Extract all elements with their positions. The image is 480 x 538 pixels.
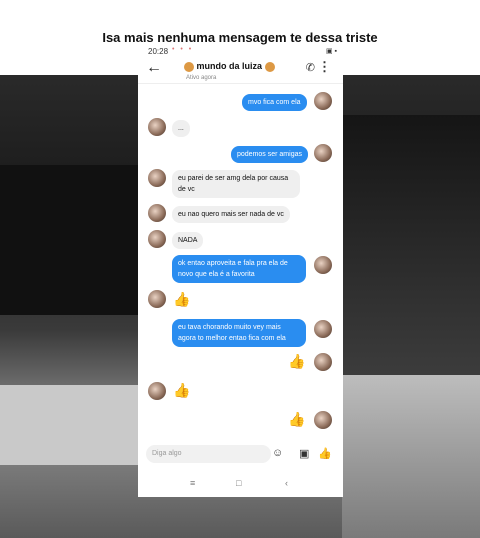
avatar [314, 92, 332, 110]
message-bubble-incoming: eu nao quero mais ser nada de vc [172, 206, 290, 223]
back-arrow-icon[interactable]: ← [146, 59, 162, 77]
emoji-icon [264, 61, 275, 72]
menu-nav-icon[interactable]: ≡ [190, 478, 195, 488]
avatar [314, 353, 332, 371]
background-window [0, 165, 140, 315]
message-bubble-incoming: eu parei de ser amg dela por causa de vc [172, 170, 300, 198]
android-navbar: ≡ □ ‹ [138, 478, 343, 492]
like-thumb-icon: 👍 [173, 291, 191, 307]
gallery-icon[interactable]: ▣ [299, 447, 309, 460]
contact-status: Ativo agora [186, 75, 217, 81]
like-button-icon[interactable]: 👍 [318, 447, 332, 460]
back-nav-icon[interactable]: ‹ [285, 478, 288, 488]
message-bubble-incoming: ... [172, 120, 190, 137]
message-bubble-incoming: NADA [172, 232, 204, 249]
avatar [148, 290, 166, 308]
like-thumb-icon: 👍 [288, 411, 306, 427]
avatar [148, 118, 166, 136]
status-bar: 20:28 • • • ▣ ▪ [138, 45, 343, 57]
background-hair [342, 115, 480, 375]
phone-call-icon[interactable]: ✆ [306, 61, 315, 74]
avatar [148, 204, 166, 222]
chat-header: ← mundo da luiza Ativo agora ✆ ⋮ [138, 57, 343, 81]
message-bubble-outgoing: ok entao aproveita e fala pra ela de nov… [172, 255, 306, 283]
header-divider [138, 83, 343, 84]
avatar [314, 144, 332, 162]
avatar [314, 320, 332, 338]
contact-name-text: mundo da luiza [196, 61, 263, 71]
contact-name[interactable]: mundo da luiza [184, 61, 275, 72]
background-shelf [0, 385, 140, 465]
avatar [148, 230, 166, 248]
avatar [314, 411, 332, 429]
like-thumb-icon: 👍 [288, 353, 306, 369]
status-icons: ▣ ▪ [325, 48, 337, 55]
emoji-icon[interactable]: ☺ [272, 447, 283, 459]
more-options-icon[interactable]: ⋮ [318, 59, 331, 75]
background-wall [342, 375, 480, 538]
video-caption: Isa mais nenhuma mensagem te dessa trist… [102, 30, 378, 45]
message-bubble-outgoing: podemos ser amigas [231, 146, 308, 163]
avatar [148, 382, 166, 400]
avatar [314, 256, 332, 274]
message-input[interactable]: Diga algo [146, 445, 271, 463]
message-bubble-outgoing: mvo fica com ela [242, 94, 307, 111]
like-thumb-icon: 👍 [173, 382, 191, 398]
emoji-icon [184, 61, 194, 72]
avatar [148, 169, 166, 187]
status-time: 20:28 [148, 47, 169, 56]
phone-screenshot: 20:28 • • • ▣ ▪ ← mundo da luiza Ativo a… [138, 45, 343, 497]
notification-dots: • • • [172, 46, 194, 53]
home-nav-icon[interactable]: □ [236, 478, 241, 488]
message-bubble-outgoing: eu tava chorando muito vey mais agora to… [172, 319, 306, 347]
